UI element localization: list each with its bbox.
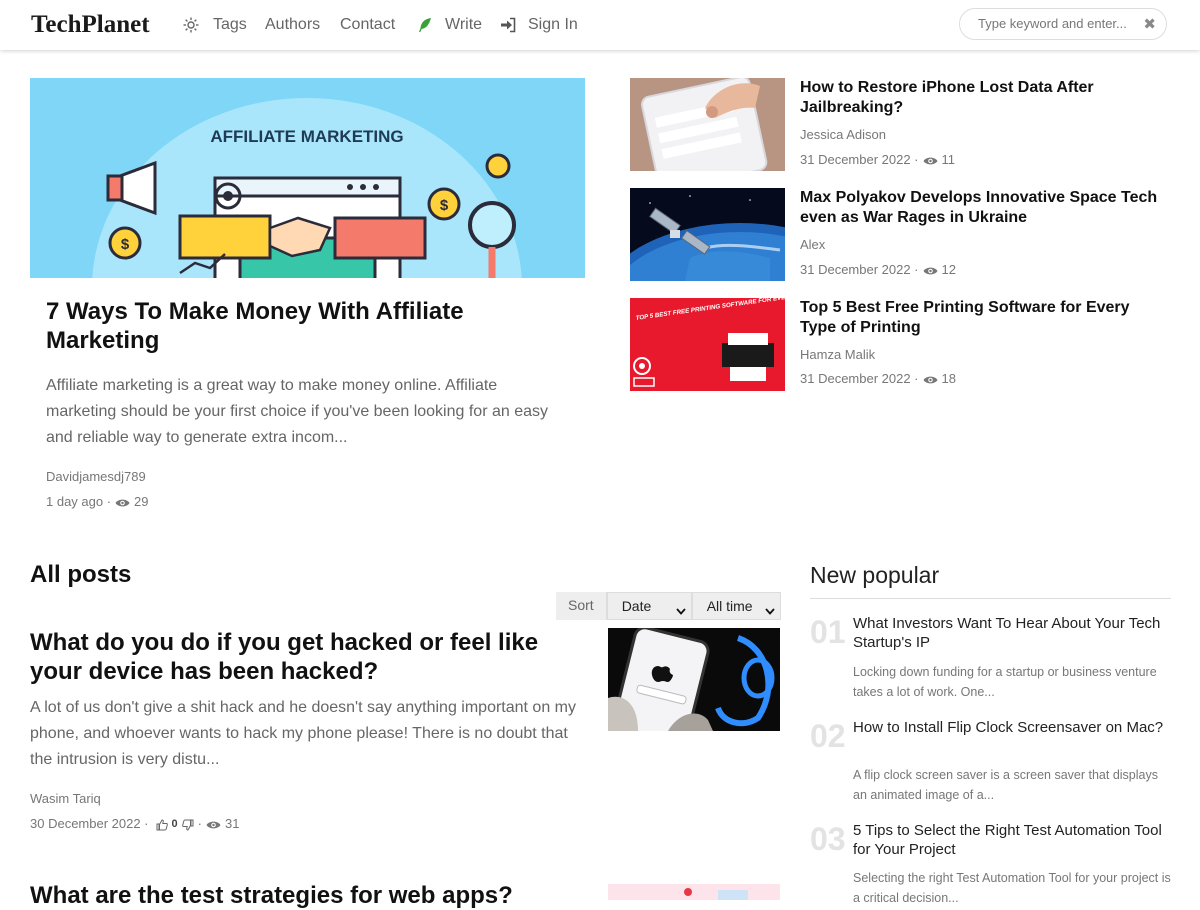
nav-authors-label: Authors xyxy=(265,16,321,33)
post-date: 30 December 2022 · xyxy=(30,816,149,831)
post-excerpt: A lot of us don't give a shit hack and h… xyxy=(30,699,576,768)
post-likes: 0 xyxy=(171,817,178,830)
nav-write[interactable]: Write xyxy=(417,16,482,34)
nav-write-label: Write xyxy=(445,16,483,33)
side-post-thumbnail[interactable] xyxy=(630,188,785,281)
side-post-meta: 31 December 2022 · 11 xyxy=(800,152,955,167)
eye-icon xyxy=(115,494,130,509)
meta-separator: · xyxy=(197,816,202,831)
sort-by-select[interactable]: Date xyxy=(606,592,692,620)
nav-contact-label: Contact xyxy=(340,16,396,33)
side-post-views: 11 xyxy=(941,152,956,167)
popular-item-excerpt: Locking down funding for a startup or bu… xyxy=(853,665,1157,699)
featured-post-meta: 1 day ago · 29 xyxy=(46,494,149,509)
featured-post-title[interactable]: 7 Ways To Make Money With Affiliate Mark… xyxy=(46,297,546,355)
thumbs-up-icon[interactable] xyxy=(156,816,168,831)
chevron-down-icon xyxy=(765,602,775,618)
side-post-title[interactable]: Top 5 Best Free Printing Software for Ev… xyxy=(800,298,1170,337)
eye-icon xyxy=(923,262,938,277)
nav-sign-in[interactable]: Sign In xyxy=(500,16,578,34)
eye-icon xyxy=(923,152,938,167)
clear-search-icon[interactable]: ✖ xyxy=(1143,15,1156,33)
featured-post-date: 1 day ago · xyxy=(46,494,112,509)
popular-item-title[interactable]: 5 Tips to Select the Right Test Automati… xyxy=(853,821,1173,859)
post-thumbnail[interactable] xyxy=(608,884,780,900)
search-box: ✖ xyxy=(959,8,1167,40)
featured-post-excerpt: Affiliate marketing is a great way to ma… xyxy=(46,377,548,446)
time-range-value: All time xyxy=(706,598,753,614)
post-title[interactable]: What are the test strategies for web app… xyxy=(30,881,590,910)
side-post-author[interactable]: Jessica Adison xyxy=(800,127,886,142)
eye-icon xyxy=(923,371,938,386)
nav-authors[interactable]: Authors xyxy=(265,16,320,34)
nav-tags[interactable]: Tags xyxy=(183,16,247,34)
popular-rank: 02 xyxy=(810,718,846,754)
popular-divider xyxy=(810,598,1171,599)
sort-controls: Sort Date All time xyxy=(556,592,781,620)
post-author[interactable]: Wasim Tariq xyxy=(30,791,101,806)
popular-rank: 03 xyxy=(810,821,846,857)
side-post-meta: 31 December 2022 · 12 xyxy=(800,262,956,277)
side-post-views: 18 xyxy=(941,371,956,386)
popular-item-excerpt: A flip clock screen saver is a screen sa… xyxy=(853,768,1158,802)
popular-rank: 01 xyxy=(810,614,846,650)
side-post-author[interactable]: Alex xyxy=(800,237,825,252)
popular-item-title[interactable]: How to Install Flip Clock Screensaver on… xyxy=(853,718,1173,737)
time-range-select[interactable]: All time xyxy=(691,592,781,620)
thumbs-down-icon[interactable] xyxy=(181,816,194,831)
top-navbar: TechPlanet Tags Authors Contact Write Si… xyxy=(0,0,1200,50)
side-post-author[interactable]: Hamza Malik xyxy=(800,347,875,362)
sun-icon xyxy=(183,17,199,33)
chevron-down-icon xyxy=(676,602,686,618)
post-thumbnail[interactable] xyxy=(608,628,780,731)
side-post-thumbnail[interactable] xyxy=(630,78,785,171)
side-post-views: 12 xyxy=(941,262,956,277)
sign-in-icon xyxy=(500,17,516,33)
sort-label: Sort xyxy=(556,592,607,620)
nav-sign-in-label: Sign In xyxy=(528,16,578,33)
side-post-title[interactable]: Max Polyakov Develops Innovative Space T… xyxy=(800,188,1170,227)
featured-post-image[interactable]: AFFILIATE MARKETING $ $ xyxy=(30,78,585,278)
featured-post-views: 29 xyxy=(134,494,149,509)
feather-icon xyxy=(417,17,433,33)
eye-icon xyxy=(206,816,221,831)
post-meta: 30 December 2022 · 0 · 31 xyxy=(30,816,239,831)
side-post-date: 31 December 2022 · xyxy=(800,262,919,277)
svg-text:$: $ xyxy=(121,236,130,253)
featured-image-caption: AFFILIATE MARKETING xyxy=(210,127,403,146)
all-posts-heading: All posts xyxy=(30,561,132,588)
sort-by-value: Date xyxy=(621,598,652,614)
side-post-title[interactable]: How to Restore iPhone Lost Data After Ja… xyxy=(800,78,1170,117)
featured-post-author[interactable]: Davidjamesdj789 xyxy=(46,469,146,484)
popular-item-excerpt: Selecting the right Test Automation Tool… xyxy=(853,871,1171,905)
side-post-thumbnail[interactable]: TOP 5 BEST FREE PRINTING SOFTWARE FOR EV… xyxy=(630,298,785,391)
post-views: 31 xyxy=(224,816,240,831)
popular-item-title[interactable]: What Investors Want To Hear About Your T… xyxy=(853,614,1173,652)
popular-heading: New popular xyxy=(810,562,940,588)
brand-logo[interactable]: TechPlanet xyxy=(31,11,150,39)
side-post-date: 31 December 2022 · xyxy=(800,371,919,386)
nav-tags-label: Tags xyxy=(213,16,247,33)
side-post-meta: 31 December 2022 · 18 xyxy=(800,371,956,386)
svg-text:$: $ xyxy=(440,197,449,214)
side-post-date: 31 December 2022 · xyxy=(800,152,919,167)
search-input[interactable] xyxy=(978,16,1138,31)
nav-contact[interactable]: Contact xyxy=(340,16,395,34)
post-title[interactable]: What do you do if you get hacked or feel… xyxy=(30,628,590,686)
